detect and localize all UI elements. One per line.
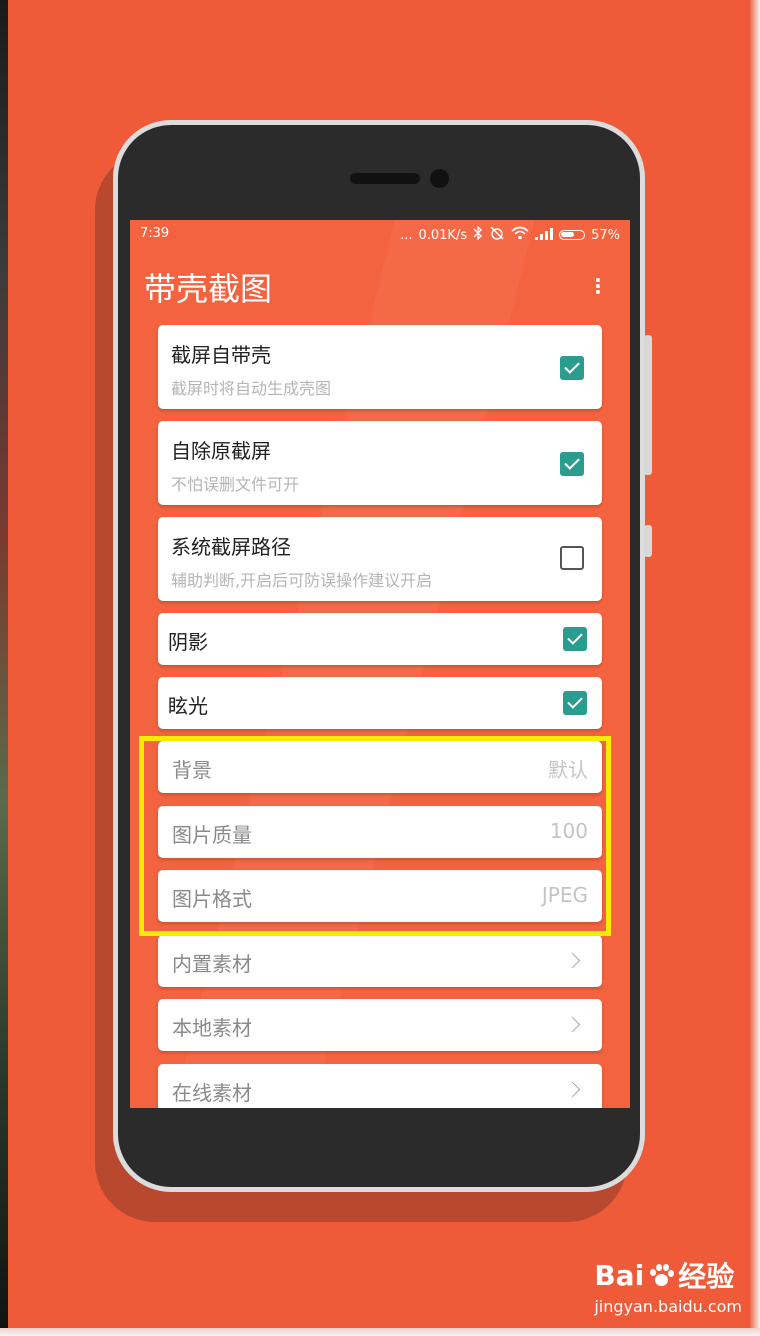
checkbox[interactable] xyxy=(563,691,587,715)
setting-system-screenshot-path[interactable]: 系统截屏路径 辅助判断,开启后可防误操作建议开启 xyxy=(158,517,602,601)
nav-local-materials[interactable]: 本地素材 xyxy=(158,999,602,1051)
wifi-icon xyxy=(511,226,529,244)
setting-title: 眩光 xyxy=(168,694,208,718)
baidu-jingyan-watermark: Bai 经验 jingyan.baidu.com xyxy=(594,1255,742,1317)
left-edge-strip xyxy=(0,0,8,1336)
setting-title: 系统截屏路径 xyxy=(171,535,291,559)
setting-shadow[interactable]: 阴影 xyxy=(158,613,602,665)
battery-percent: 57% xyxy=(591,227,620,243)
network-speed: 0.01K/s xyxy=(418,227,468,243)
watermark-brand: Bai xyxy=(594,1258,645,1292)
chevron-right-icon xyxy=(564,1081,581,1098)
power-button xyxy=(644,525,652,557)
front-camera xyxy=(430,169,449,188)
setting-title: 截屏自带壳 xyxy=(171,343,271,367)
bluetooth-icon xyxy=(473,225,483,244)
paw-icon xyxy=(648,1263,675,1287)
setting-screenshot-with-shell[interactable]: 截屏自带壳 截屏时将自动生成壳图 xyxy=(158,325,602,409)
setting-delete-original[interactable]: 自除原截屏 不怕误删文件可开 xyxy=(158,421,602,505)
alarm-off-icon xyxy=(489,225,505,245)
status-indicators: ... 0.01K/s 57% xyxy=(400,225,620,245)
setting-subtitle: 截屏时将自动生成壳图 xyxy=(171,379,332,398)
watermark-brand-suffix: 经验 xyxy=(678,1260,735,1293)
checkbox[interactable] xyxy=(560,356,584,380)
speaker-grille xyxy=(350,173,420,184)
highlight-box xyxy=(139,736,611,936)
checkbox[interactable] xyxy=(563,627,587,651)
watermark-logo: Bai 经验 xyxy=(594,1255,742,1295)
signal-icon xyxy=(535,227,554,244)
nav-online-materials[interactable]: 在线素材 xyxy=(158,1064,602,1108)
notification-dots: ... xyxy=(400,227,413,243)
status-bar: 7:39 ... 0.01K/s 57% xyxy=(130,220,630,246)
setting-glare[interactable]: 眩光 xyxy=(158,677,602,729)
phone-screen: 7:39 ... 0.01K/s 57% 带壳截图 ⋮ 截屏自带壳 截屏时将自动… xyxy=(130,220,630,1108)
app-title: 带壳截图 xyxy=(144,270,273,308)
setting-subtitle: 辅助判断,开启后可防误操作建议开启 xyxy=(171,571,433,590)
nav-label: 内置素材 xyxy=(172,952,252,976)
battery-icon xyxy=(559,230,586,240)
chevron-right-icon xyxy=(564,952,581,969)
bottom-edge-strip xyxy=(0,1328,760,1336)
checkbox[interactable] xyxy=(560,546,584,570)
setting-title: 阴影 xyxy=(168,630,208,654)
nav-builtin-materials[interactable]: 内置素材 xyxy=(158,935,602,987)
chevron-right-icon xyxy=(564,1016,581,1033)
setting-subtitle: 不怕误删文件可开 xyxy=(171,475,300,494)
nav-label: 本地素材 xyxy=(172,1016,252,1040)
watermark-url: jingyan.baidu.com xyxy=(594,1297,742,1316)
checkbox[interactable] xyxy=(560,452,584,476)
status-time: 7:39 xyxy=(140,226,170,241)
volume-button xyxy=(644,335,652,475)
setting-title: 自除原截屏 xyxy=(171,439,271,463)
overflow-menu-icon[interactable]: ⋮ xyxy=(588,274,608,298)
right-edge-strip xyxy=(750,0,760,1336)
nav-label: 在线素材 xyxy=(172,1081,252,1105)
